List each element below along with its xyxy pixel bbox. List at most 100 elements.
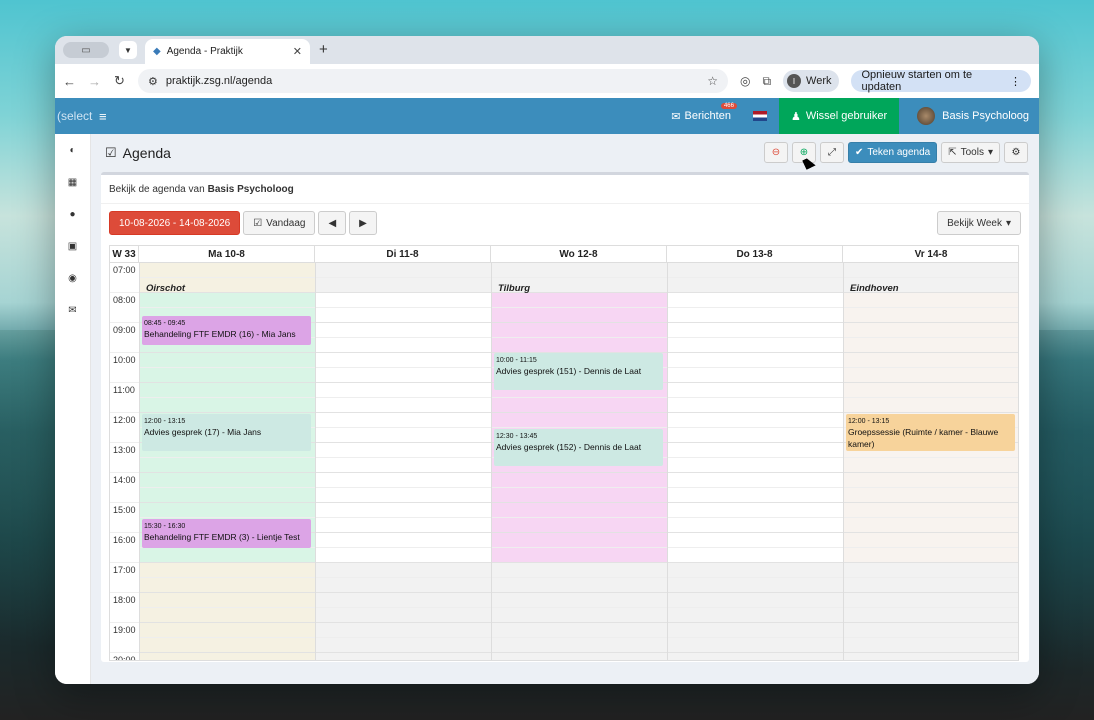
fullscreen-button[interactable]: ⤢ [819,142,844,163]
time-slot [668,593,843,608]
messages-link[interactable]: ✉ Berichten 466 [661,98,741,134]
time-slot [492,593,667,608]
day-column-fri[interactable]: Eindhoven 12:00 - 13:15 Groepssessie (Ru… [843,263,1018,660]
previous-week-button[interactable]: ◀ [318,211,347,235]
calendar-event[interactable]: 08:45 - 09:45 Behandeling FTF EMDR (16) … [142,316,311,345]
event-time: 08:45 - 09:45 [144,320,186,327]
time-slot [668,263,843,278]
day-header-tue[interactable]: Di 11-8 [315,246,491,262]
day-column-thu[interactable] [667,263,843,660]
time-label: 08:00 [110,293,139,323]
day-header-mon[interactable]: Ma 10-8 [139,246,315,262]
calendar-event[interactable]: 10:00 - 11:15 Advies gesprek (151) - Den… [494,353,663,390]
agenda-subtitle: Bekijk de agenda van Basis Psycholoog [101,175,1029,204]
day-header-wed[interactable]: Wo 12-8 [491,246,667,262]
reload-icon[interactable]: ↻ [113,73,126,89]
brand-logo[interactable]: (select [55,109,93,123]
time-slot [140,638,315,653]
page-title: Agenda [122,145,171,161]
app-navbar: (select ≡ ✉ Berichten 466 ♟ Wissel gebru… [55,98,1039,134]
time-slot [140,578,315,593]
time-slot [492,608,667,623]
calendar-icon[interactable]: ▦ [55,166,90,198]
today-label: Vandaag [266,217,306,229]
update-button[interactable]: Opnieuw starten om te updaten ⋮ [851,69,1031,93]
calendar-event[interactable]: 12:30 - 13:45 Advies gesprek (152) - Den… [494,429,663,466]
bookmark-star-icon[interactable]: ☆ [707,74,718,88]
calendar-header: W 33 Ma 10-8 Di 11-8 Wo 12-8 Do 13-8 Vr … [110,246,1018,263]
time-slot [492,563,667,578]
profile-button[interactable]: I Werk [783,70,840,92]
check-circle-icon: ✔ [854,147,864,158]
extensions-icon[interactable]: ⧉ [762,74,771,89]
sidebar: ◐ ▦ ● ▣ ◉ ✉ [55,134,91,684]
event-title: Advies gesprek (17) - Mia Jans [144,427,262,437]
time-label: 16:00 [110,533,139,563]
time-slot [668,608,843,623]
minus-circle-icon: ⊖ [771,147,781,158]
translate-icon[interactable]: ◎ [740,74,750,88]
view-week-label: Bekijk Week [947,217,1002,229]
forward-icon[interactable]: → [88,74,101,89]
more-menu-icon[interactable]: ⋮ [1010,75,1021,88]
event-time: 12:00 - 13:15 [848,418,890,425]
event-title: Advies gesprek (152) - Dennis de Laat [496,442,642,452]
switch-user-button[interactable]: ♟ Wissel gebruiker [778,98,900,134]
event-time: 10:00 - 11:15 [496,357,537,364]
time-slot [668,638,843,653]
day-header-fri[interactable]: Vr 14-8 [843,246,1018,262]
calendar-event[interactable]: 15:30 - 16:30 Behandeling FTF EMDR (3) -… [142,519,311,548]
caret-down-icon: ▾ [1005,217,1011,229]
time-slot [668,653,843,660]
calendar-event[interactable]: 12:00 - 13:15 Groepssessie (Ruimte / kam… [846,414,1015,451]
today-button[interactable]: ☑ Vandaag [243,211,316,235]
remove-button[interactable]: ⊖ [763,142,788,163]
settings-button[interactable]: ⚙ [1004,142,1028,163]
url-text: praktijk.zsg.nl/agenda [165,75,273,87]
calendar-toolbar: 10-08-2026 - 14-08-2026 ☑ Vandaag ◀ ▶ Bek… [101,204,1029,244]
time-slot [492,638,667,653]
switch-user-label: Wissel gebruiker [805,110,888,122]
next-week-button[interactable]: ▶ [349,211,377,235]
date-range-button[interactable]: 10-08-2026 - 14-08-2026 [109,211,241,235]
tab-groups-icon[interactable]: ▭ [63,42,109,58]
briefcase-icon[interactable]: ▣ [55,230,90,262]
time-slot [668,623,843,638]
day-column-tue[interactable] [315,263,491,660]
time-slot [140,263,315,278]
user-icon[interactable]: ● [55,198,90,230]
tools-button[interactable]: ⇱ Tools ▾ [941,142,1000,163]
time-slot [140,593,315,608]
location-label: Eindhoven [850,283,899,294]
time-slot [844,608,1018,623]
user-menu[interactable]: Basis Psycholoog [899,98,1039,134]
day-header-thu[interactable]: Do 13-8 [667,246,843,262]
hamburger-menu-icon[interactable]: ≡ [99,109,107,124]
draw-calendar-button[interactable]: ✔ Teken agenda [847,142,938,163]
dashboard-icon[interactable]: ◐ [55,134,90,166]
arrow-right-icon: ▶ [359,217,367,229]
arrow-left-icon: ◀ [328,217,337,229]
day-column-wed[interactable]: Tilburg 10:00 - 11:15 Advies gesprek (15… [491,263,667,660]
availability-zone [492,293,667,563]
time-slot [316,593,491,608]
event-title: Groepssessie (Ruimte / kamer - Blauwe ka… [848,427,999,449]
site-settings-icon[interactable]: ⚙ [148,75,158,88]
time-label: 10:00 [110,353,139,383]
close-tab-icon[interactable]: ✕ [293,45,302,58]
globe-icon[interactable]: ◉ [55,262,90,294]
tab-agenda[interactable]: ◆ Agenda - Praktijk ✕ [145,39,310,64]
back-icon[interactable]: ← [63,74,76,89]
time-axis: 07:00 08:00 09:00 10:00 11:00 12:00 13:0… [110,263,139,660]
calendar-event[interactable]: 12:00 - 13:15 Advies gesprek (17) - Mia … [142,414,311,451]
language-flag-icon[interactable] [752,111,767,121]
address-bar[interactable]: ⚙ praktijk.zsg.nl/agenda ☆ [137,69,728,93]
day-column-mon[interactable]: Oirschot 08:45 - 09:45 Behandeling FTF E… [139,263,315,660]
main-content: ☑ Agenda ⊖ ⊕ ⤢ ✔ Teken agenda ⇱ Tools ▾ ⚙ B… [91,134,1039,684]
tab-search-icon[interactable]: ▼ [119,41,137,59]
envelope-icon[interactable]: ✉ [55,294,90,326]
time-slot [316,278,491,293]
new-tab-icon[interactable]: + [319,41,328,58]
view-week-button[interactable]: Bekijk Week ▾ [937,211,1021,235]
agenda-box: Bekijk de agenda van Basis Psycholoog 10… [101,172,1029,662]
